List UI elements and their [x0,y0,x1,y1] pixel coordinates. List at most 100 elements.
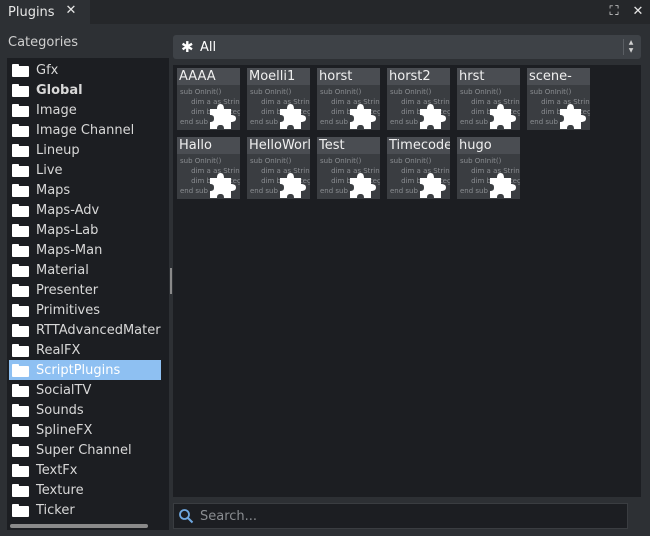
folder-icon [12,343,29,357]
plugin-tile[interactable]: AAAAsub OnInit() dim a as String dim b a… [177,68,240,130]
folder-icon [12,63,29,77]
category-item[interactable]: Presenter [9,280,161,300]
category-label: Primitives [36,302,101,318]
puzzle-piece-icon [347,102,377,130]
category-item[interactable]: Texture [9,480,161,500]
folder-icon [12,403,29,417]
category-item[interactable]: Maps [9,180,161,200]
plugin-name: AAAA [177,68,240,85]
category-item[interactable]: RTTAdvancedMateria [9,320,161,340]
folder-icon [12,263,29,277]
category-item[interactable]: Lineup [9,140,161,160]
folder-icon [12,143,29,157]
puzzle-piece-icon [207,171,237,199]
search-bar[interactable] [173,503,628,529]
category-item[interactable]: Material [9,260,161,280]
plugin-tile[interactable]: hugosub OnInit() dim a as String dim b a… [457,137,520,199]
plugin-name: horst [317,68,380,85]
folder-icon [12,163,29,177]
category-label: Super Channel [36,442,132,458]
puzzle-piece-icon [417,171,447,199]
folder-icon [12,203,29,217]
plugin-tile[interactable]: scene-sub OnInit() dim a as String dim b… [527,68,590,130]
category-item[interactable]: Ticker [9,500,161,520]
category-label: Lineup [36,142,80,158]
category-label: Material [36,262,89,278]
plugin-name: horst2 [387,68,450,85]
puzzle-piece-icon [277,102,307,130]
plugin-grid: AAAAsub OnInit() dim a as String dim b a… [173,65,641,497]
tab-plugins[interactable]: Plugins ✕ [0,0,90,24]
category-label: Presenter [36,282,99,298]
category-item[interactable]: Maps-Man [9,240,161,260]
category-label: SocialTV [36,382,92,398]
plugin-tile[interactable]: Moelli1sub OnInit() dim a as String dim … [247,68,310,130]
category-label: Texture [36,482,84,498]
folder-icon [12,483,29,497]
category-label: Maps-Man [36,242,103,258]
category-label: Live [36,162,63,178]
category-item[interactable]: ScriptPlugins [9,360,161,380]
folder-icon [12,463,29,477]
plugin-tile[interactable]: Timecodesub OnInit() dim a as String dim… [387,137,450,199]
category-item[interactable]: Sounds [9,400,161,420]
plugin-tile[interactable]: horstsub OnInit() dim a as String dim b … [317,68,380,130]
folder-icon [12,383,29,397]
puzzle-piece-icon [417,102,447,130]
category-label: Maps [36,182,71,198]
category-item[interactable]: SocialTV [9,380,161,400]
puzzle-piece-icon [487,102,517,130]
horizontal-scrollbar[interactable] [10,524,148,528]
category-item[interactable]: RealFX [9,340,161,360]
category-item[interactable]: Live [9,160,161,180]
category-item[interactable]: Gfx [9,60,161,80]
folder-icon [12,323,29,337]
category-filter-dropdown[interactable]: ✱ All ▲ ▼ [173,35,641,59]
plugin-name: scene- [527,68,590,85]
category-item[interactable]: Maps-Lab [9,220,161,240]
category-label: RealFX [36,342,81,358]
folder-icon [12,443,29,457]
plugin-name: HelloWorl [247,137,310,154]
plugin-tile[interactable]: hrstsub OnInit() dim a as String dim b a… [457,68,520,130]
plugin-tile[interactable]: HelloWorlsub OnInit() dim a as String di… [247,137,310,199]
category-label: Image Channel [36,122,135,138]
category-label: Ticker [36,502,75,518]
maximize-icon[interactable]: ⛶ [606,4,622,20]
puzzle-piece-icon [487,171,517,199]
category-item[interactable]: Primitives [9,300,161,320]
folder-icon [12,423,29,437]
category-item[interactable]: TextFx [9,460,161,480]
folder-icon [12,503,29,517]
plugin-name: Test [317,137,380,154]
categories-label: Categories [8,35,79,50]
category-item[interactable]: Global [9,80,161,100]
tab-title: Plugins [8,4,55,20]
category-label: Maps-Lab [36,222,99,238]
close-tab-icon[interactable]: ✕ [64,3,78,19]
category-label: Gfx [36,62,59,78]
plugin-tile[interactable]: Testsub OnInit() dim a as String dim b a… [317,137,380,199]
category-label: RTTAdvancedMateria [36,322,161,338]
category-item[interactable]: Maps-Adv [9,200,161,220]
plugin-tile[interactable]: Hallosub OnInit() dim a as String dim b … [177,137,240,199]
folder-icon [12,183,29,197]
plugin-name: hugo [457,137,520,154]
category-item[interactable]: SplineFX [9,420,161,440]
dropdown-arrows-icon: ▲ ▼ [623,39,635,55]
category-item[interactable]: Image Channel [9,120,161,140]
search-input[interactable] [200,508,600,524]
category-label: Sounds [36,402,84,418]
puzzle-piece-icon [347,171,377,199]
panel-splitter-handle[interactable] [170,268,172,294]
categories-list[interactable]: Ticker Texture TextFx Super Channel SplineFX… [7,58,169,530]
category-item[interactable]: Image [9,100,161,120]
category-item[interactable]: Super Channel [9,440,161,460]
folder-icon [12,223,29,237]
puzzle-piece-icon [277,171,307,199]
plugin-tile[interactable]: horst2sub OnInit() dim a as String dim b… [387,68,450,130]
folder-icon [12,283,29,297]
filter-value: All [200,39,217,55]
close-window-icon[interactable]: ✕ [630,4,646,20]
folder-icon [12,303,29,317]
